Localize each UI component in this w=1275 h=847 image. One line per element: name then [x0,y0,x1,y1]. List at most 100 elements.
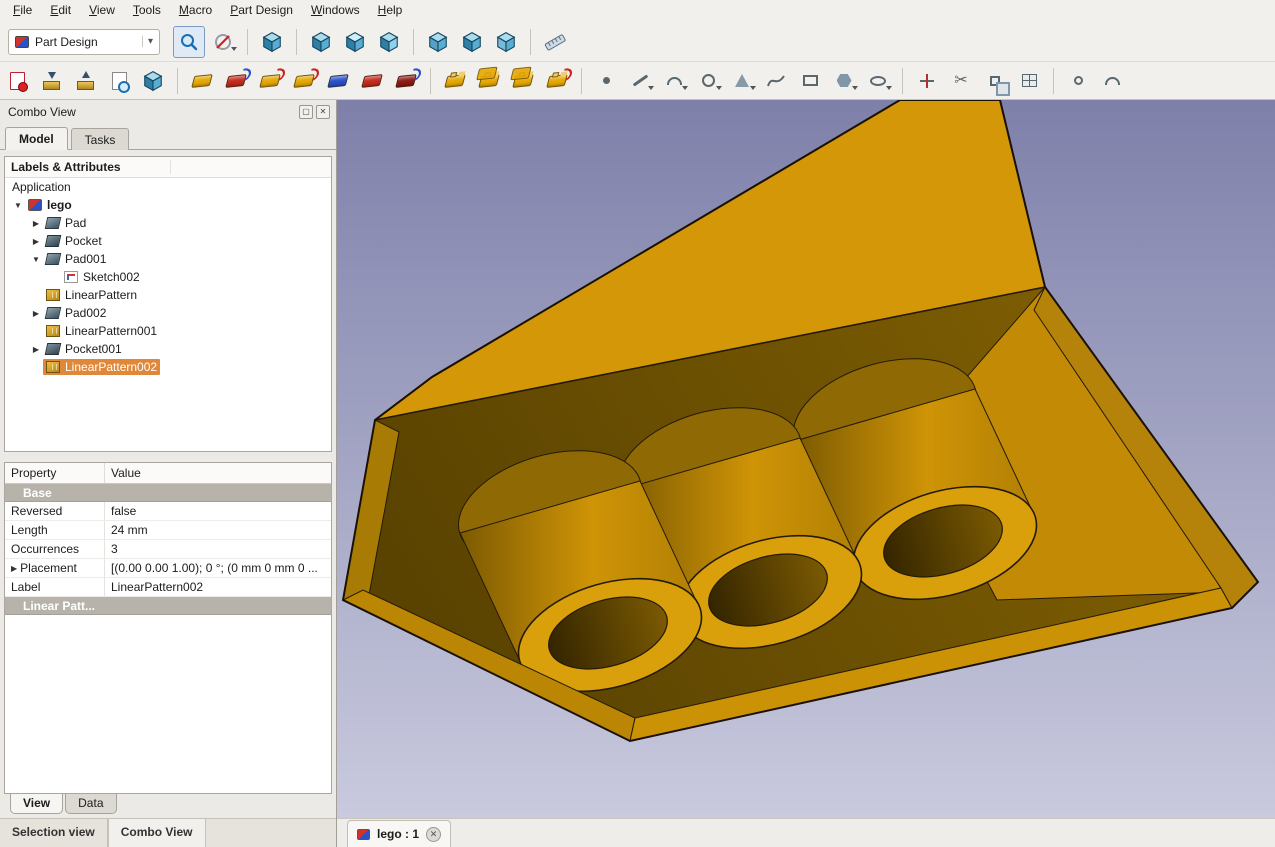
linear-pattern-button[interactable] [473,65,505,97]
property-row-occurrences[interactable]: Occurrences 3 [5,540,331,559]
tree-item-linearpattern[interactable]: LinearPattern [5,286,331,304]
measure-distance-button[interactable] [539,26,571,58]
rear-view-button[interactable] [422,26,454,58]
cube-icon [261,31,283,53]
polygon-button[interactable] [828,65,860,97]
workbench-selector[interactable]: Part Design ▾ [8,29,160,55]
combo-view-panel: Combo View ▢ ✕ Model Tasks Labels & Attr… [0,100,337,847]
tab-combo-view[interactable]: Combo View [108,819,206,847]
expander-down-icon[interactable]: ▼ [29,255,43,264]
property-row-placement[interactable]: ▶Placement [(0.00 0.00 1.00); 0 °; (0 mm… [5,559,331,578]
multi-transform-button[interactable] [541,65,573,97]
tree-item-sketch002[interactable]: Sketch002 [5,268,331,286]
tree-item-pocket[interactable]: ▶ Pocket [5,232,331,250]
bottom-view-button[interactable] [456,26,488,58]
import-button[interactable] [35,65,67,97]
construction-arc-button[interactable] [1096,65,1128,97]
expander-right-icon[interactable]: ▶ [29,219,43,228]
groove-button[interactable] [288,65,320,97]
carbon-copy-button[interactable] [1013,65,1045,97]
external-geometry-button[interactable] [979,65,1011,97]
multi-transform-icon [546,74,568,88]
axonometric-view-button[interactable] [256,26,288,58]
property-row-length[interactable]: Length 24 mm [5,521,331,540]
menu-edit[interactable]: Edit [41,0,80,22]
separator [413,29,414,55]
tree-item-linearpattern001[interactable]: LinearPattern001 [5,322,331,340]
expander-right-icon[interactable]: ▶ [29,345,43,354]
polar-pattern-button[interactable] [507,65,539,97]
tab-view[interactable]: View [10,794,63,814]
expander-right-icon[interactable]: ▶ [11,564,17,573]
grid-icon [1022,74,1037,87]
tree-item-pad[interactable]: ▶ Pad [5,214,331,232]
fit-all-button[interactable] [173,26,205,58]
tree-item-lego[interactable]: ▼ lego [5,196,331,214]
mirrored-button[interactable] [439,65,471,97]
tree-item-pad001[interactable]: ▼ Pad001 [5,250,331,268]
menu-windows[interactable]: Windows [302,0,369,22]
create-body-button[interactable] [137,65,169,97]
pad-icon [191,74,213,88]
tree-item-application[interactable]: Application [5,178,331,196]
cone-icon [735,74,749,87]
subtractive-pipe-button[interactable] [356,65,388,97]
datum-coordinate-system-button[interactable] [911,65,943,97]
tree-item-pocket001[interactable]: ▶ Pocket001 [5,340,331,358]
expander-right-icon[interactable]: ▶ [29,309,43,318]
rectangle-button[interactable] [794,65,826,97]
tab-data[interactable]: Data [65,794,116,814]
pocket-button[interactable] [220,65,252,97]
menu-help[interactable]: Help [369,0,412,22]
trim-button[interactable]: ✂ [945,65,977,97]
tab-model[interactable]: Model [5,127,68,150]
spline-button[interactable] [760,65,792,97]
close-panel-button[interactable]: ✕ [316,105,330,119]
linear-pattern-icon [478,74,500,88]
tree-item-linearpattern002[interactable]: LinearPattern002 [5,358,331,376]
close-document-icon[interactable]: ✕ [426,827,441,842]
document-tab-label: lego : 1 [377,827,419,841]
additive-pipe-button[interactable] [322,65,354,97]
expander-down-icon[interactable]: ▼ [11,201,25,210]
separator [902,68,903,94]
front-view-button[interactable] [305,26,337,58]
pad-icon [45,217,62,229]
menu-part-design[interactable]: Part Design [221,0,302,22]
right-view-button[interactable] [373,26,405,58]
datum-arc-button[interactable] [658,65,690,97]
scissors-icon: ✂ [954,73,967,89]
draw-style-button[interactable] [207,26,239,58]
validate-sketch-button[interactable] [103,65,135,97]
datum-point-button[interactable] [590,65,622,97]
tab-selection-view[interactable]: Selection view [0,819,108,847]
property-group-base[interactable]: Base [5,484,331,502]
datum-line-button[interactable] [624,65,656,97]
tree-item-pad002[interactable]: ▶ Pad002 [5,304,331,322]
construction-point-button[interactable] [1062,65,1094,97]
export-button[interactable] [69,65,101,97]
ellipse-button[interactable] [862,65,894,97]
expander-right-icon[interactable]: ▶ [29,237,43,246]
tab-tasks[interactable]: Tasks [71,128,130,150]
primitive-cone-button[interactable] [726,65,758,97]
revolution-button[interactable] [254,65,286,97]
subtractive-helix-button[interactable] [390,65,422,97]
datum-circle-button[interactable] [692,65,724,97]
property-row-reversed[interactable]: Reversed false [5,502,331,521]
menu-tools[interactable]: Tools [124,0,170,22]
menu-view[interactable]: View [80,0,124,22]
create-sketch-button[interactable] [1,65,33,97]
left-view-button[interactable] [490,26,522,58]
top-view-button[interactable] [339,26,371,58]
pad-button[interactable] [186,65,218,97]
float-panel-button[interactable]: ▢ [299,105,313,119]
property-group-linear-pattern[interactable]: Linear Patt... [5,597,331,615]
document-tab-lego[interactable]: lego : 1 ✕ [347,820,451,847]
pattern-icon [46,361,60,373]
property-row-label[interactable]: Label LinearPattern002 [5,578,331,597]
menu-macro[interactable]: Macro [170,0,221,22]
3d-viewport[interactable] [337,100,1275,818]
menu-file[interactable]: File [4,0,41,22]
ruler-icon [543,30,567,54]
